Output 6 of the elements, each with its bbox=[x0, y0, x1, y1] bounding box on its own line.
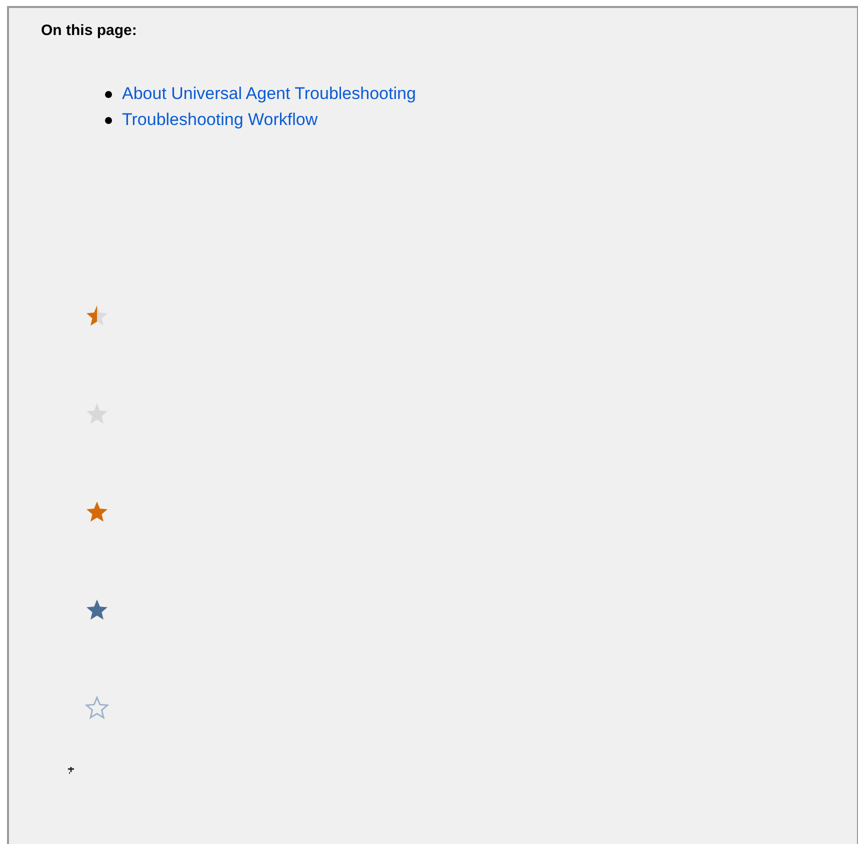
toc-link[interactable]: Troubleshooting Workflow bbox=[122, 107, 318, 133]
bullet-icon bbox=[105, 116, 112, 124]
glyph-icon bbox=[67, 766, 75, 774]
toc-heading: On this page: bbox=[41, 22, 138, 40]
bullet-icon bbox=[105, 90, 112, 98]
toc-link[interactable]: About Universal Agent Troubleshooting bbox=[122, 81, 416, 107]
